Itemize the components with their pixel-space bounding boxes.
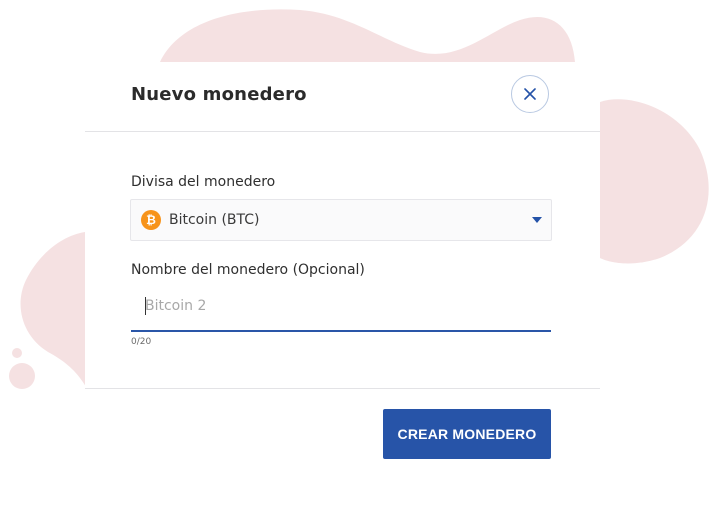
char-counter: 0/20 <box>131 337 152 347</box>
close-icon <box>524 88 536 100</box>
dialog-title: Nuevo monedero <box>131 84 307 105</box>
small-blob-dot <box>9 363 35 389</box>
top-blob <box>160 9 575 62</box>
close-button[interactable] <box>511 75 549 113</box>
wallet-name-field[interactable] <box>131 286 555 332</box>
bitcoin-icon: ₿ <box>141 210 161 230</box>
currency-label: Divisa del monedero <box>131 174 276 190</box>
new-wallet-dialog: Nuevo monedero Divisa del monedero ₿ Bit… <box>85 62 600 508</box>
chevron-down-icon <box>532 217 542 223</box>
text-cursor <box>145 297 146 315</box>
wallet-name-label: Nombre del monedero (Opcional) <box>131 262 365 278</box>
wallet-name-input[interactable] <box>131 292 555 320</box>
dialog-header: Nuevo monedero <box>85 62 600 132</box>
right-blob <box>600 99 709 264</box>
currency-select[interactable]: ₿ Bitcoin (BTC) <box>130 199 552 241</box>
currency-select-value: Bitcoin (BTC) <box>169 212 260 228</box>
tiny-blob-dot <box>12 348 22 358</box>
footer-divider <box>85 388 600 389</box>
create-wallet-button[interactable]: CREAR MONEDERO <box>383 409 551 459</box>
